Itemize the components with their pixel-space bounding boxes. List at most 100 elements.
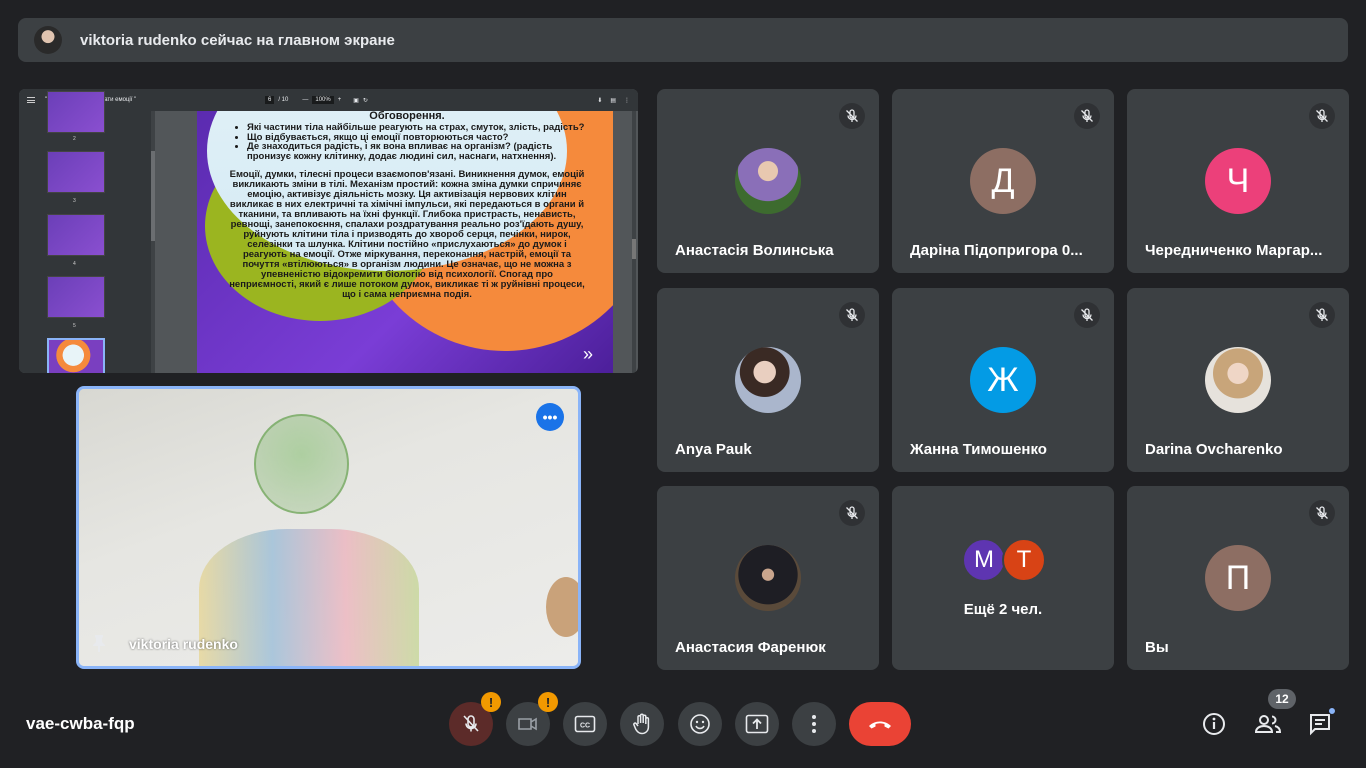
leave-call-button[interactable] — [849, 702, 911, 746]
participant-tile[interactable]: Анастасия Фаренюк — [657, 486, 879, 670]
mic-off-icon — [839, 500, 865, 526]
presenting-banner: viktoria rudenko сейчас на главном экран… — [18, 18, 1348, 62]
thumbnail-scrollbar — [151, 111, 155, 373]
self-tile[interactable]: П Вы — [1127, 486, 1349, 670]
download-icon: ⬇ — [597, 97, 603, 104]
slide-paragraph: Емоції, думки, тілесні процеси взаємопов… — [229, 169, 585, 301]
people-icon — [1254, 715, 1282, 733]
slide-bullet: Де знаходиться радість, і як вона вплива… — [247, 142, 587, 162]
page-current: 6 — [265, 96, 275, 104]
self-name: Вы — [1145, 639, 1169, 656]
raise-hand-button[interactable] — [620, 702, 664, 746]
chat-icon — [1310, 714, 1330, 736]
meet-window: viktoria rudenko сейчас на главном экран… — [0, 0, 1366, 768]
others-label: Ещё 2 чел. — [963, 601, 1043, 618]
participant-avatar: Ж — [970, 347, 1036, 413]
participant-avatar-small: М — [962, 538, 1006, 582]
mic-off-icon — [1309, 500, 1335, 526]
participant-avatar — [735, 347, 801, 413]
slide-bullets: Які частини тіла найбільше реагують на с… — [227, 122, 587, 163]
presenter-avatar — [34, 26, 62, 54]
drawing-head — [254, 414, 349, 514]
page-total: / 10 — [278, 97, 289, 103]
participant-name: Жанна Тимошенко — [910, 441, 1047, 458]
participant-tile[interactable]: Д Даріна Підопригора 0... — [892, 89, 1114, 273]
hand-icon — [633, 713, 650, 735]
participant-tile[interactable]: Darina Ovcharenko — [1127, 288, 1349, 472]
more-vert-icon: ⋮ — [624, 97, 630, 104]
participant-tile[interactable]: Ж Жанна Тимошенко — [892, 288, 1114, 472]
participant-name: Анастасія Волинська — [675, 242, 834, 259]
emoji-icon — [690, 714, 710, 734]
closed-captions-icon: CC — [574, 715, 596, 733]
page-scrollbar — [632, 111, 636, 373]
self-avatar: П — [1205, 545, 1271, 611]
slide-page: Обговорення. Які частини тіла найбільше … — [197, 111, 613, 373]
reactions-button[interactable] — [678, 702, 722, 746]
mic-toggle-button[interactable]: ! — [449, 692, 501, 746]
slide-heading: Обговорення. — [369, 111, 445, 122]
more-options-button[interactable] — [792, 702, 836, 746]
mic-off-icon — [463, 715, 479, 732]
present-screen-button[interactable] — [735, 702, 779, 746]
participant-avatar-small: Т — [1002, 538, 1046, 582]
pin-icon[interactable] — [92, 634, 106, 652]
mic-off-icon — [839, 302, 865, 328]
mic-off-icon — [1309, 302, 1335, 328]
slide-content: Обговорення. Які частини тіла найбільше … — [227, 111, 587, 300]
thumb-number: 4 — [73, 261, 76, 267]
page-indicator: 6 / 10 — 100% + ▣ ↻ — [265, 96, 368, 104]
present-to-all-icon — [745, 714, 769, 734]
thumb-number: 2 — [73, 136, 76, 142]
rotate-icon: ↻ — [362, 97, 368, 104]
camera-off-icon — [518, 717, 537, 731]
mic-off-icon — [1074, 302, 1100, 328]
page-thumbnail — [47, 276, 105, 318]
more-vert-icon — [812, 715, 816, 733]
presenter-video-tile[interactable]: ••• viktoria rudenko — [76, 386, 581, 669]
chat-button[interactable] — [1298, 702, 1342, 746]
participant-tile[interactable]: Anya Pauk — [657, 288, 879, 472]
participant-name: Darina Ovcharenko — [1145, 441, 1283, 458]
thumb-number: 5 — [73, 323, 76, 329]
mic-off-icon — [1074, 103, 1100, 129]
chevrons-icon: » — [582, 344, 593, 364]
menu-icon — [27, 97, 35, 103]
chat-notification-dot — [1328, 707, 1336, 715]
fit-page-icon: ▣ — [353, 97, 359, 104]
video-hand — [546, 577, 578, 637]
participant-name: Anya Pauk — [675, 441, 752, 458]
zoom-out-icon: — — [302, 97, 309, 103]
meeting-code: vae-cwba-fqp — [26, 714, 135, 733]
participant-tile[interactable]: Ч Чередниченко Маргар... — [1127, 89, 1349, 273]
screen-share-tile[interactable]: " Вчимося контролювати емоції " 6 / 10 —… — [19, 89, 638, 373]
more-options-button[interactable]: ••• — [536, 403, 564, 431]
presenter-name: viktoria rudenko — [129, 636, 238, 652]
page-thumbnail — [47, 214, 105, 256]
call-end-icon — [869, 721, 891, 729]
participant-avatar — [735, 148, 801, 214]
page-thumbnail — [47, 151, 105, 193]
mic-warning-badge: ! — [481, 692, 501, 712]
thumbnail-sidebar: 2 3 4 5 6 — [19, 91, 155, 373]
participant-name: Чередниченко Маргар... — [1145, 242, 1323, 259]
thumb-number: 3 — [73, 198, 76, 204]
info-icon — [1203, 713, 1225, 735]
camera-warning-badge: ! — [538, 692, 558, 712]
print-icon: ▤ — [610, 97, 616, 104]
page-thumbnail-selected — [47, 338, 105, 373]
svg-text:CC: CC — [580, 723, 590, 730]
mic-off-icon — [839, 103, 865, 129]
meeting-details-button[interactable] — [1192, 702, 1236, 746]
participant-tile[interactable]: Анастасія Волинська — [657, 89, 879, 273]
mic-off-icon — [1309, 103, 1335, 129]
captions-button[interactable]: CC — [563, 702, 607, 746]
others-avatars: М Т — [962, 538, 1046, 582]
participant-name: Даріна Підопригора 0... — [910, 242, 1083, 259]
camera-toggle-button[interactable]: ! — [506, 692, 558, 746]
participant-avatar: Ч — [1205, 148, 1271, 214]
people-button[interactable] — [1246, 702, 1290, 746]
participant-avatar: Д — [970, 148, 1036, 214]
others-tile[interactable]: М Т Ещё 2 чел. — [892, 486, 1114, 670]
participant-avatar — [735, 545, 801, 611]
